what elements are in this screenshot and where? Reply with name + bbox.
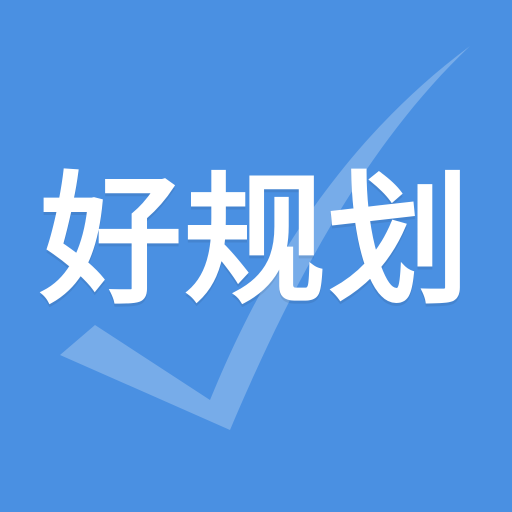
app-icon: 好规划 <box>0 0 512 512</box>
app-title: 好规划 <box>40 159 472 324</box>
title-container: 好规划 <box>0 0 512 512</box>
